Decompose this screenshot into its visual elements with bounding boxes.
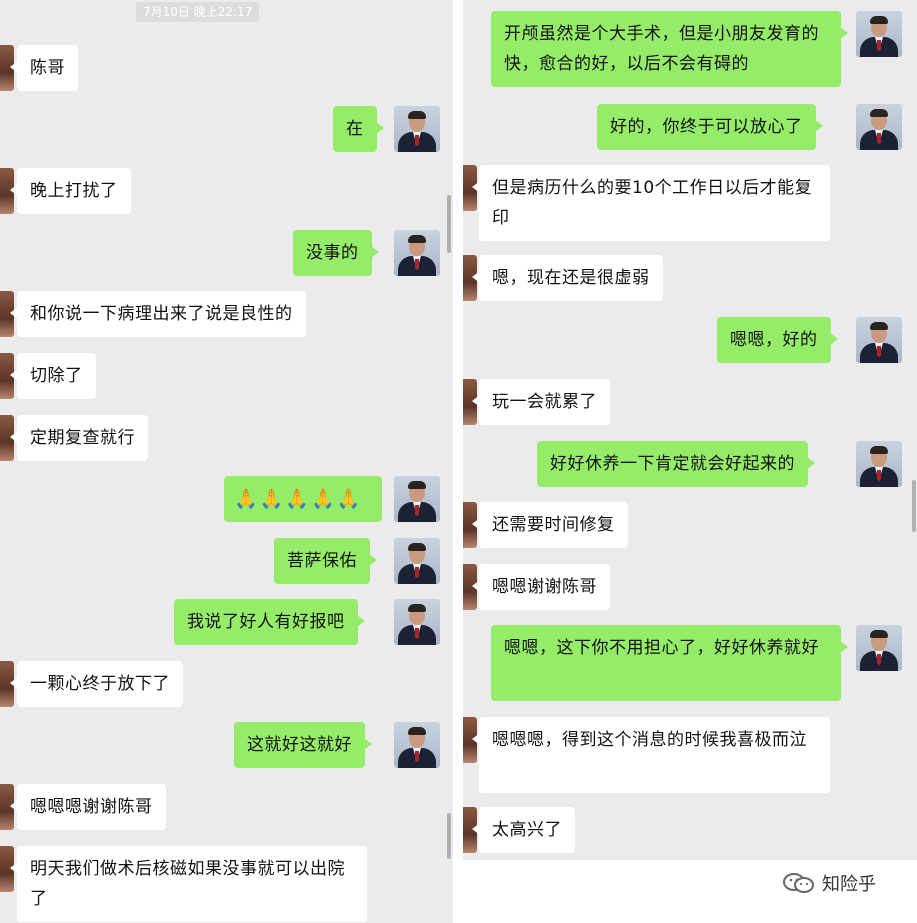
my-avatar[interactable] [856, 441, 902, 487]
sent-message[interactable]: 我说了好人有好报吧 [174, 599, 364, 645]
my-avatar[interactable] [394, 476, 440, 522]
my-avatar[interactable] [394, 230, 440, 276]
wechat-official-account-icon [782, 872, 816, 894]
received-message[interactable]: 玩一会就累了 [472, 379, 610, 425]
sent-message[interactable]: 这就好这就好 [234, 722, 372, 768]
sent-message[interactable]: 开颅虽然是个大手术，但是小朋友发育的快，愈合的好，以后不会有碍的 [491, 11, 848, 87]
watermark-text: 知险乎 [822, 874, 876, 895]
sent-message[interactable]: 好的，你终于可以放心了 [597, 104, 822, 150]
my-avatar[interactable] [856, 104, 902, 150]
scrollbar[interactable] [447, 195, 451, 253]
sent-message[interactable]: 好好休养一下肯定就会好起来的 [537, 441, 815, 487]
sent-message[interactable]: 没事的 [293, 230, 378, 276]
received-message[interactable]: 但是病历什么的要10个工作日以后才能复印 [472, 165, 830, 241]
received-message[interactable]: 还需要时间修复 [472, 502, 628, 548]
received-message[interactable]: 晚上打扰了 [10, 168, 131, 214]
chat-panel-left[interactable]: 7月10日 晚上22:17 陈哥 在 晚上打扰了 没事的 和你说一下病理出来了说… [0, 0, 453, 923]
received-message[interactable]: 和你说一下病理出来了说是良性的 [10, 291, 306, 337]
scrollbar[interactable] [447, 813, 451, 859]
panel-divider [453, 0, 463, 923]
my-avatar[interactable] [394, 599, 440, 645]
my-avatar[interactable] [856, 625, 902, 671]
my-avatar[interactable] [394, 538, 440, 584]
chat-panel-right[interactable]: 开颅虽然是个大手术，但是小朋友发育的快，愈合的好，以后不会有碍的 好的，你终于可… [463, 0, 917, 860]
received-message[interactable]: 嗯嗯谢谢陈哥 [472, 564, 610, 610]
received-message[interactable]: 陈哥 [10, 45, 78, 91]
received-message[interactable]: 嗯，现在还是很虚弱 [472, 255, 663, 301]
my-avatar[interactable] [394, 722, 440, 768]
received-message[interactable]: 嗯嗯嗯谢谢陈哥 [10, 784, 166, 830]
received-message[interactable]: 明天我们做术后核磁如果没事就可以出院了 [10, 846, 367, 922]
received-message[interactable]: 太高兴了 [472, 807, 575, 853]
scrollbar[interactable] [912, 480, 916, 532]
sent-emoji-message[interactable]: 🙏🙏🙏🙏🙏 [224, 476, 382, 522]
received-message[interactable]: 一颗心终于放下了 [10, 661, 183, 707]
my-avatar[interactable] [856, 11, 902, 57]
received-message[interactable]: 定期复查就行 [10, 415, 148, 461]
received-message[interactable]: 切除了 [10, 353, 96, 399]
sent-message[interactable]: 在 [333, 106, 383, 152]
received-message[interactable]: 嗯嗯嗯，得到这个消息的时候我喜极而泣 [472, 717, 830, 793]
sent-message[interactable]: 嗯嗯，这下你不用担心了，好好休养就好 [491, 625, 848, 701]
my-avatar[interactable] [394, 106, 440, 152]
sent-message[interactable]: 嗯嗯，好的 [717, 317, 837, 363]
message-timestamp: 7月10日 晚上22:17 [136, 2, 260, 22]
sent-message[interactable]: 菩萨保佑 [274, 538, 377, 584]
my-avatar[interactable] [856, 317, 902, 363]
watermark: 知险乎 [782, 870, 876, 896]
